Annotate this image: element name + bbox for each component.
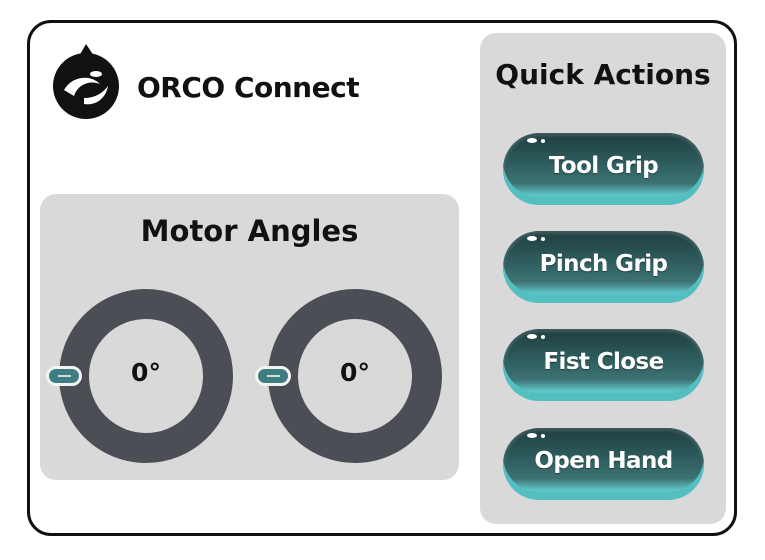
shine-decoration: [541, 139, 545, 143]
motor-2-angle-value: 0°: [340, 358, 370, 387]
fist-close-button[interactable]: Fist Close: [503, 329, 704, 401]
pinch-grip-button[interactable]: Pinch Grip: [503, 231, 704, 303]
shine-decoration: [527, 236, 537, 241]
shine-decoration: [527, 433, 537, 438]
quick-actions-panel: Quick Actions Tool Grip Pinch Grip Fist …: [480, 33, 726, 524]
quick-actions-title: Quick Actions: [495, 58, 711, 91]
shine-decoration: [541, 237, 545, 241]
motor-2-angle-handle[interactable]: [255, 366, 291, 386]
open-hand-label: Open Hand: [534, 448, 673, 474]
motor-angles-title: Motor Angles: [140, 214, 359, 248]
shine-decoration: [541, 335, 545, 339]
motor-1-angle-value: 0°: [131, 358, 161, 387]
shine-decoration: [527, 334, 537, 339]
pinch-grip-label: Pinch Grip: [539, 251, 668, 277]
motor-dial-2[interactable]: 0°: [255, 288, 443, 464]
open-hand-button[interactable]: Open Hand: [503, 428, 704, 500]
orca-logo-icon: [50, 40, 120, 122]
tool-grip-button[interactable]: Tool Grip: [503, 133, 704, 205]
motor-1-angle-handle[interactable]: [46, 366, 82, 386]
shine-decoration: [541, 434, 545, 438]
fist-close-label: Fist Close: [543, 349, 664, 375]
shine-decoration: [527, 138, 537, 143]
motor-angles-panel: Motor Angles 0° 0°: [40, 194, 459, 480]
app-title: ORCO Connect: [137, 71, 360, 104]
tool-grip-label: Tool Grip: [548, 153, 659, 179]
motor-dial-1[interactable]: 0°: [46, 288, 234, 464]
